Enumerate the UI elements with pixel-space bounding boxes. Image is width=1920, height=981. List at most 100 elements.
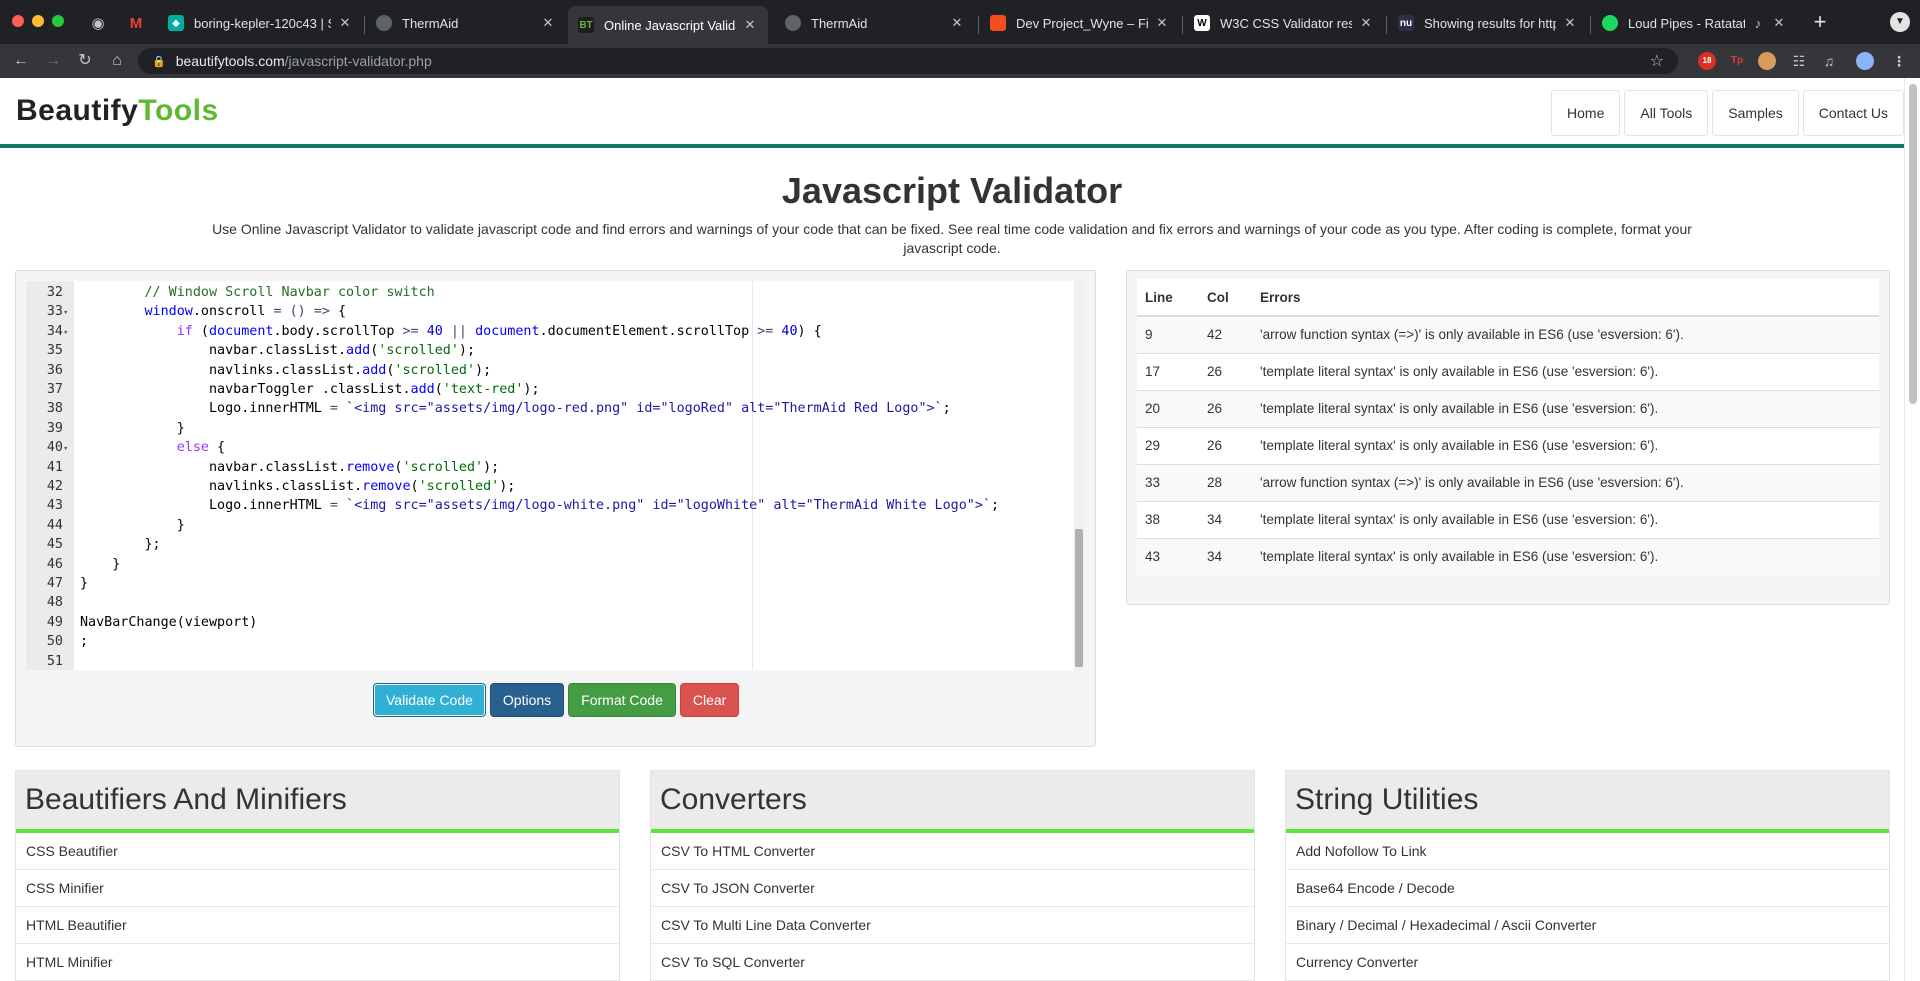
code-line[interactable]: 39 }: [26, 419, 1072, 438]
nav-contact-us[interactable]: Contact Us: [1802, 90, 1904, 136]
category-link[interactable]: Base64 Encode / Decode: [1286, 870, 1889, 907]
close-tab-icon[interactable]: ✕: [1562, 15, 1578, 31]
category-link[interactable]: Add Nofollow To Link: [1286, 833, 1889, 870]
code-line[interactable]: 46 }: [26, 555, 1072, 574]
code-line[interactable]: 48: [26, 593, 1072, 612]
line-number: 44: [46, 517, 63, 533]
page-scrollbar[interactable]: [1904, 78, 1920, 981]
code-line[interactable]: 34▾ if (document.body.scrollTop >= 40 ||…: [26, 322, 1072, 341]
extension-badge-icon[interactable]: 18: [1698, 52, 1716, 70]
error-row[interactable]: 9 42'arrow function syntax (=>)' is only …: [1137, 315, 1879, 353]
code-line[interactable]: 44 }: [26, 516, 1072, 535]
category-link[interactable]: CSV To JSON Converter: [651, 870, 1254, 907]
media-controls-icon[interactable]: ♫: [1820, 52, 1838, 70]
editor-scrollbar[interactable]: [1074, 281, 1084, 670]
options-button[interactable]: Options: [489, 683, 565, 717]
browser-tab[interactable]: W W3C CSS Validator resul ✕: [1184, 6, 1384, 40]
bookmark-star-icon[interactable]: ☆: [1650, 51, 1664, 71]
gmail-pinned-tab[interactable]: M: [118, 8, 154, 38]
fold-arrow-icon[interactable]: ▾: [63, 304, 74, 323]
code-line[interactable]: 49 NavBarChange(viewport): [26, 613, 1072, 632]
nav-home[interactable]: Home: [1551, 90, 1621, 136]
tab-search-button[interactable]: ▼: [1890, 12, 1910, 32]
error-row[interactable]: 17 26'template literal syntax' is only av…: [1137, 352, 1879, 390]
fold-arrow-icon[interactable]: ▾: [63, 324, 74, 343]
close-tab-icon[interactable]: ✕: [1771, 15, 1787, 31]
profile-avatar[interactable]: [1856, 52, 1874, 70]
code-line[interactable]: 50;: [26, 632, 1072, 651]
address-bar[interactable]: 🔒 beautifytools.com/javascript-validator…: [138, 48, 1678, 74]
close-tab-icon[interactable]: ✕: [949, 15, 965, 31]
reload-icon[interactable]: ↻: [74, 50, 96, 72]
tab-title: Showing results for https: [1424, 15, 1556, 31]
error-line: 9: [1137, 315, 1199, 353]
category-link[interactable]: Binary / Decimal / Hexadecimal / Ascii C…: [1286, 907, 1889, 944]
clear-button[interactable]: Clear: [679, 683, 740, 717]
forward-icon[interactable]: →: [42, 50, 64, 72]
fold-arrow-icon[interactable]: ▾: [63, 440, 74, 459]
error-row[interactable]: 33 28'arrow function syntax (=>)' is only…: [1137, 463, 1879, 501]
code-line[interactable]: 38 Logo.innerHTML = `<img src="assets/im…: [26, 399, 1072, 418]
code-line[interactable]: 47}: [26, 574, 1072, 593]
code-line[interactable]: 43 Logo.innerHTML = `<img src="assets/im…: [26, 496, 1072, 515]
category-link[interactable]: CSS Minifier: [16, 870, 619, 907]
close-tab-icon[interactable]: ✕: [1358, 15, 1374, 31]
error-row[interactable]: 29 26'template literal syntax' is only av…: [1137, 426, 1879, 464]
back-icon[interactable]: ←: [10, 50, 32, 72]
code-line[interactable]: 51: [26, 652, 1072, 670]
code-line[interactable]: 41 navbar.classList.remove('scrolled');: [26, 458, 1072, 477]
nav-all-tools[interactable]: All Tools: [1624, 90, 1709, 136]
category-link[interactable]: Currency Converter: [1286, 944, 1889, 981]
format-code-button[interactable]: Format Code: [568, 683, 676, 717]
browser-tab[interactable]: ◆ boring-kepler-120c43 | S ✕: [158, 6, 363, 40]
close-tab-icon[interactable]: ✕: [742, 17, 758, 33]
code-line[interactable]: 32 // Window Scroll Navbar color switch: [26, 283, 1072, 302]
new-tab-button[interactable]: +: [1806, 10, 1834, 36]
category-link[interactable]: CSV To Multi Line Data Converter: [651, 907, 1254, 944]
browser-tab-active[interactable]: BT Online Javascript Validat ✕: [568, 6, 768, 44]
minimize-window-button[interactable]: [32, 15, 44, 27]
code-text: NavBarChange(viewport): [80, 614, 258, 630]
browser-tab[interactable]: nu Showing results for https ✕: [1388, 6, 1588, 40]
home-icon[interactable]: ⌂: [106, 50, 128, 72]
close-tab-icon[interactable]: ✕: [1154, 15, 1170, 31]
category-link[interactable]: CSS Beautifier: [16, 833, 619, 870]
cookie-extension-icon[interactable]: [1758, 52, 1776, 70]
tp-extension-icon[interactable]: Tp: [1728, 52, 1746, 70]
speaker-icon[interactable]: ♪: [1751, 16, 1765, 31]
code-line[interactable]: 42 navlinks.classList.remove('scrolled')…: [26, 477, 1072, 496]
code-line[interactable]: 33▾ window.onscroll = () => {: [26, 302, 1072, 321]
close-window-button[interactable]: [12, 15, 24, 27]
browser-menu-icon[interactable]: ⋮: [1890, 52, 1908, 70]
maximize-window-button[interactable]: [52, 15, 64, 27]
code-text: navlinks.classList.add('scrolled');: [80, 362, 492, 378]
browser-tab[interactable]: ThermAid ✕: [775, 6, 975, 40]
category-link[interactable]: CSV To SQL Converter: [651, 944, 1254, 981]
url-path: /javascript-validator.php: [284, 53, 432, 69]
close-tab-icon[interactable]: ✕: [337, 15, 353, 31]
category-link[interactable]: CSV To HTML Converter: [651, 833, 1254, 870]
code-line[interactable]: 37 navbarToggler .classList.add('text-re…: [26, 380, 1072, 399]
browser-tab[interactable]: Dev Project_Wyne – Figm ✕: [980, 6, 1180, 40]
site-logo[interactable]: BeautifyTools: [16, 94, 219, 128]
code-line[interactable]: 36 navlinks.classList.add('scrolled');: [26, 361, 1072, 380]
nav-samples[interactable]: Samples: [1712, 90, 1799, 136]
validate-code-button[interactable]: Validate Code: [373, 683, 486, 717]
github-pinned-tab[interactable]: ◉: [80, 8, 116, 38]
browser-tab[interactable]: Loud Pipes - Ratatat ♪ ✕: [1592, 6, 1797, 40]
error-row[interactable]: 43 34'template literal syntax' is only av…: [1137, 537, 1879, 575]
puzzle-extensions-icon[interactable]: ☷: [1790, 52, 1808, 70]
error-line: 20: [1137, 389, 1199, 427]
code-line[interactable]: 40▾ else {: [26, 438, 1072, 457]
globe-icon: [376, 15, 392, 31]
netlify-icon: ◆: [168, 15, 184, 31]
category-link[interactable]: HTML Beautifier: [16, 907, 619, 944]
browser-tab[interactable]: ThermAid ✕: [366, 6, 566, 40]
code-line[interactable]: 45 };: [26, 535, 1072, 554]
close-tab-icon[interactable]: ✕: [540, 15, 556, 31]
code-editor[interactable]: 32 // Window Scroll Navbar color switch 3…: [26, 281, 1084, 670]
error-row[interactable]: 38 34'template literal syntax' is only av…: [1137, 500, 1879, 538]
category-link[interactable]: HTML Minifier: [16, 944, 619, 981]
error-row[interactable]: 20 26'template literal syntax' is only av…: [1137, 389, 1879, 427]
code-line[interactable]: 35 navbar.classList.add('scrolled');: [26, 341, 1072, 360]
